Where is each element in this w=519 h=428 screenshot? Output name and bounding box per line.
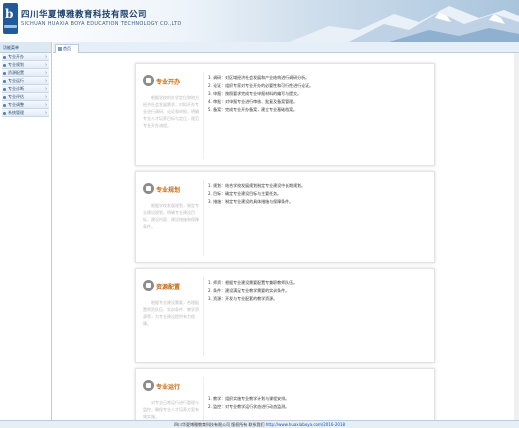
menu-bullet-icon: [3, 71, 6, 75]
card-step: 2. 目标：确定专业建设目标与主要任务。: [208, 191, 282, 196]
logo-underline: [4, 25, 17, 28]
card-steps: 1. 规划：结合学校发展规划制定专业建设中长期规划。 2. 目标：确定专业建设目…: [208, 182, 432, 206]
menu-bullet-icon: [3, 111, 6, 115]
card-description: 根据学校发展规划，制定专业建设规划，明确专业建设目标、建设内容、建设措施和保障条…: [143, 203, 199, 229]
menu-bullet-icon: [3, 103, 6, 107]
chevron-right-icon: ›: [45, 110, 47, 116]
sidebar-item-label: 专业评估: [8, 94, 24, 99]
card-step: 1. 调研：对区域经济社会发展和产业结构进行调研分析。: [208, 75, 310, 80]
sidebar-item-6[interactable]: 专业评估 ›: [2, 93, 49, 101]
card-left-panel: 专业运行 对专业日常运行进行管理与监控，确保专业人才培养方案有效实施。: [136, 369, 200, 420]
chevron-right-icon: ›: [45, 86, 47, 92]
sidebar-item-label: 专业诊断: [8, 86, 24, 91]
module-card-2: 专业规划 根据学校发展规划，制定专业建设规划，明确专业建设目标、建设内容、建设措…: [135, 171, 435, 263]
menu-bullet-icon: [3, 87, 6, 91]
home-icon: [58, 47, 62, 51]
vertical-scrollbar[interactable]: [514, 53, 519, 420]
sidebar-item-7[interactable]: 专业调整 ›: [2, 101, 49, 109]
chevron-right-icon: ›: [45, 54, 47, 60]
card-steps: 1. 调研：对区域经济社会发展和产业结构进行调研分析。 2. 论证：组织专家对专…: [208, 74, 432, 114]
sidebar-item-2[interactable]: 专业规划 ›: [2, 61, 49, 69]
card-step: 3. 资源：开发与专业配套的教学资源。: [208, 296, 278, 301]
tab-label: 首页: [63, 46, 71, 51]
menu-bullet-icon: [3, 79, 6, 83]
sidebar-item-label: 专业调整: [8, 102, 24, 107]
card-divider: [203, 72, 204, 159]
chevron-right-icon: ›: [45, 70, 47, 76]
chevron-right-icon: ›: [45, 78, 47, 84]
card-step: 2. 条件：建设满足专业教学需要的实训条件。: [208, 288, 290, 293]
module-icon: [143, 280, 154, 291]
card-description: 根据学校的办学定位和地方经济社会发展需求，对拟开办专业进行调研、论证和申报，明确…: [143, 95, 199, 128]
company-logo[interactable]: b: [3, 3, 18, 34]
card-left-panel: 专业规划 根据学校发展规划，制定专业建设规划，明确专业建设目标、建设内容、建设措…: [136, 172, 200, 262]
menu-bullet-icon: [3, 95, 6, 99]
module-card-1: 专业开办 根据学校的办学定位和地方经济社会发展需求，对拟开办专业进行调研、论证和…: [135, 63, 435, 166]
sidebar-item-1[interactable]: 专业开办 ›: [2, 53, 49, 61]
module-card-4: 专业运行 对专业日常运行进行管理与监控，确保专业人才培养方案有效实施。 1. 教…: [135, 368, 435, 420]
card-title[interactable]: 专业运行: [156, 382, 180, 391]
card-title[interactable]: 专业开办: [156, 77, 180, 86]
sidebar-item-8[interactable]: 系统管理 ›: [2, 109, 49, 117]
sidebar-item-3[interactable]: 资源配置 ›: [2, 69, 49, 77]
card-left-panel: 资源配置 根据专业建设需要，合理配置师资队伍、实训条件、教学资源等，为专业建设提…: [136, 269, 200, 362]
card-step: 4. 审批：对申报专业进行审核、批复及备案管理。: [208, 99, 298, 104]
card-divider: [203, 180, 204, 256]
mountain-banner-image: [289, 6, 519, 42]
card-description: 根据专业建设需要，合理配置师资队伍、实训条件、教学资源等，为专业建设提供有力保障…: [143, 300, 199, 326]
sidebar-item-label: 系统管理: [8, 110, 24, 115]
footer-text: 四川华夏博雅教育科技有限公司 版权所有 联系我们: [173, 422, 265, 427]
card-description: 对专业日常运行进行管理与监控，确保专业人才培养方案有效实施。: [143, 400, 199, 419]
module-icon: [143, 75, 154, 86]
chevron-right-icon: ›: [45, 102, 47, 108]
sidebar-item-label: 资源配置: [8, 70, 24, 75]
company-title-en: SICHUAN HUAXIA BOYA EDUCATION TECHNOLOGY…: [21, 21, 182, 27]
module-icon: [143, 183, 154, 194]
card-step: 1. 师资：根据专业建设需要配置专兼职教师队伍。: [208, 280, 298, 285]
sidebar-item-4[interactable]: 专业运行 ›: [2, 77, 49, 85]
sidebar: 功能菜单 专业开办 › 专业规划 › 资源配置 › 专业运行 › 专业诊断 › …: [0, 42, 52, 420]
chevron-right-icon: ›: [45, 62, 47, 68]
chevron-right-icon: ›: [45, 94, 47, 100]
sidebar-item-label: 专业运行: [8, 78, 24, 83]
card-title[interactable]: 资源配置: [156, 282, 180, 291]
menu-bullet-icon: [3, 55, 6, 59]
card-step: 2. 论证：组织专家对专业开办的必要性和可行性进行论证。: [208, 83, 314, 88]
card-steps: 1. 教学：组织实施专业教学计划与课程安排。 2. 监控：对专业教学运行状态进行…: [208, 395, 432, 411]
card-step: 1. 教学：组织实施专业教学计划与课程安排。: [208, 396, 290, 401]
card-title[interactable]: 专业规划: [156, 185, 180, 194]
sidebar-item-label: 专业规划: [8, 62, 24, 67]
footer-link[interactable]: http://www.huaxiaboya.com/2016-2018: [266, 422, 345, 427]
menu-bullet-icon: [3, 63, 6, 67]
card-step: 5. 备案：完成专业开办备案，建立专业基础档案。: [208, 107, 298, 112]
card-divider: [203, 277, 204, 356]
module-card-3: 资源配置 根据专业建设需要，合理配置师资队伍、实训条件、教学资源等，为专业建设提…: [135, 268, 435, 363]
sidebar-item-5[interactable]: 专业诊断 ›: [2, 85, 49, 93]
tab-home[interactable]: 首页: [55, 44, 79, 53]
tab-bar: 首页: [53, 42, 519, 53]
card-left-panel: 专业开办 根据学校的办学定位和地方经济社会发展需求，对拟开办专业进行调研、论证和…: [136, 64, 200, 165]
card-step: 1. 规划：结合学校发展规划制定专业建设中长期规划。: [208, 183, 306, 188]
sidebar-item-label: 专业开办: [8, 54, 24, 59]
header-banner: b 四川华夏博雅教育科技有限公司 SICHUAN HUAXIA BOYA EDU…: [0, 0, 519, 42]
company-title-cn: 四川华夏博雅教育科技有限公司: [21, 10, 148, 20]
main-content: 专业开办 根据学校的办学定位和地方经济社会发展需求，对拟开办专业进行调研、论证和…: [53, 53, 519, 420]
footer: 四川华夏博雅教育科技有限公司 版权所有 联系我们 http://www.huax…: [0, 420, 519, 428]
card-steps: 1. 师资：根据专业建设需要配置专兼职教师队伍。 2. 条件：建设满足专业教学需…: [208, 279, 432, 303]
card-step: 3. 申报：按照要求完成专业申报材料的编写与提交。: [208, 91, 302, 96]
sidebar-title: 功能菜单: [0, 42, 51, 53]
card-step: 2. 监控：对专业教学运行状态进行动态监测。: [208, 404, 290, 409]
module-icon: [143, 380, 154, 391]
card-step: 3. 措施：制定专业建设的具体措施与保障条件。: [208, 199, 294, 204]
card-divider: [203, 377, 204, 420]
logo-letter: b: [5, 7, 14, 21]
